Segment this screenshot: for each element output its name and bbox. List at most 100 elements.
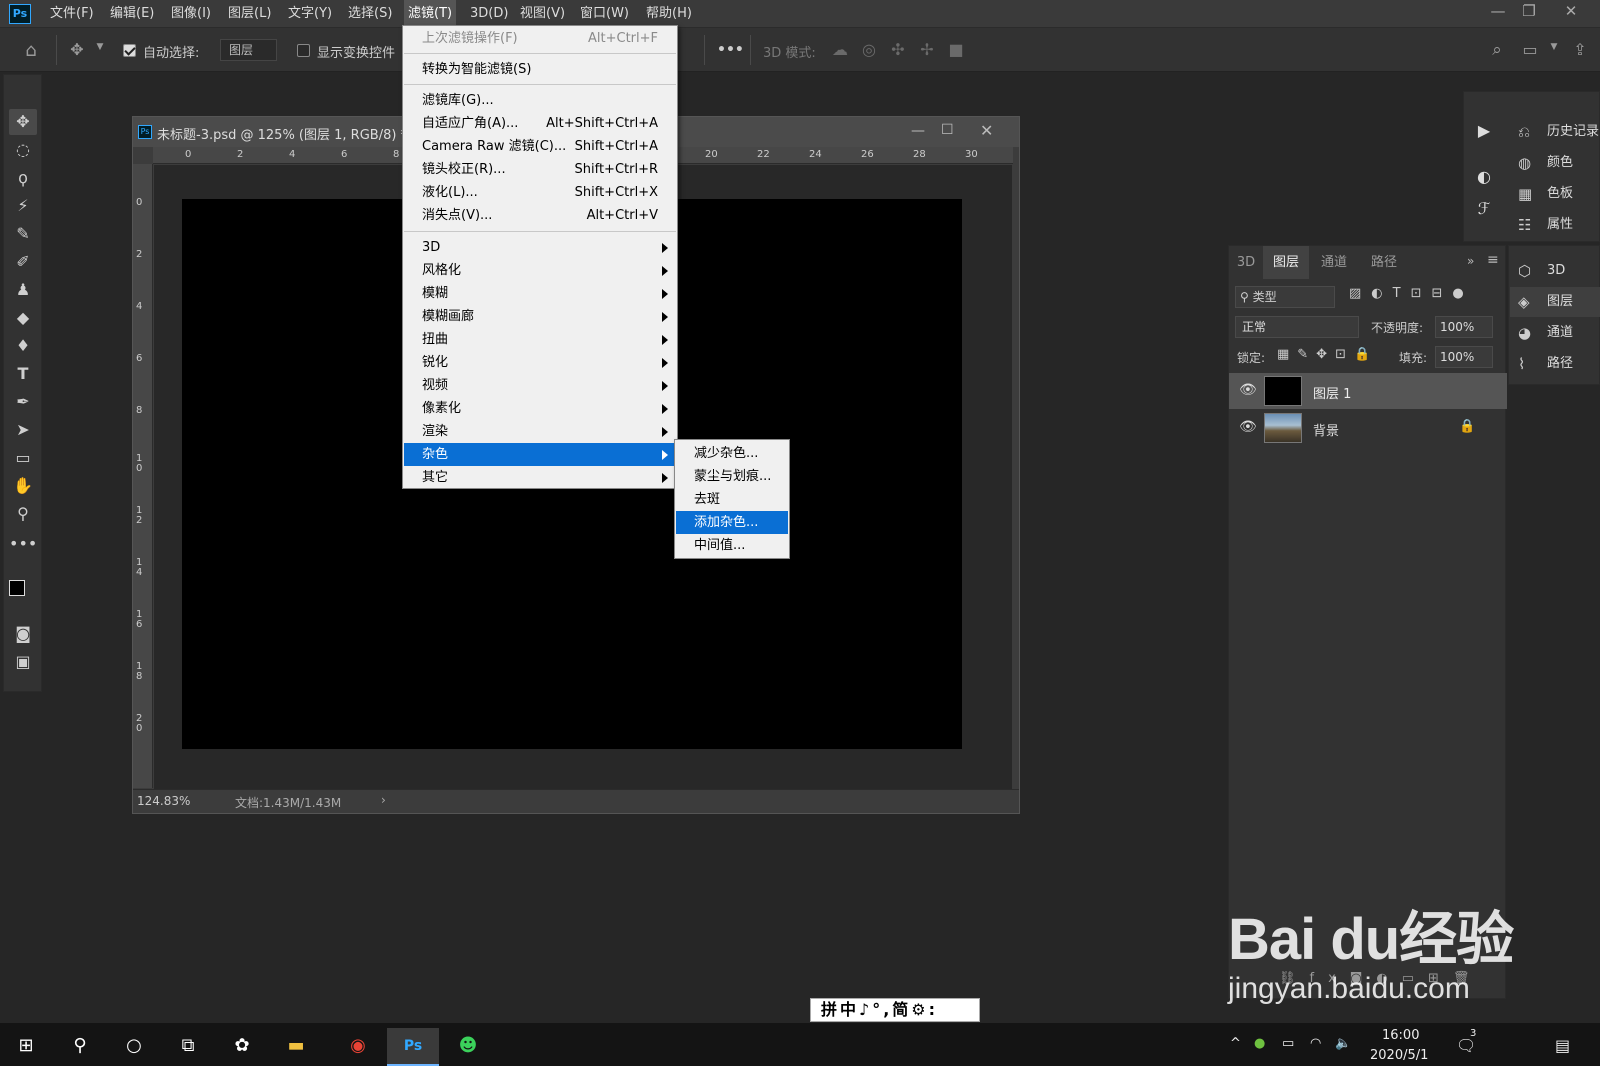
menu-help[interactable]: 帮助(H)	[642, 0, 696, 28]
menu-item-blur-gallery[interactable]: 模糊画廊	[404, 305, 676, 328]
panel-layers[interactable]: ◈ 图层	[1510, 287, 1600, 317]
eye-icon[interactable]: 👁	[1239, 419, 1257, 435]
battery-icon[interactable]: ▭	[1282, 1036, 1294, 1051]
3d-pan-icon[interactable]: ✣	[888, 40, 908, 59]
menu-item-stylize[interactable]: 风格化	[404, 259, 676, 282]
layer-filter-dropdown[interactable]: ⚲ 类型	[1235, 286, 1335, 308]
menu-item-filter-gallery[interactable]: 滤镜库(G)...	[404, 89, 676, 112]
panel-menu-icon[interactable]: ≡	[1487, 252, 1499, 268]
menu-item-lens-correction[interactable]: 镜头校正(R)... Shift+Ctrl+R	[404, 158, 676, 181]
menu-image[interactable]: 图像(I)	[167, 0, 215, 28]
menu-item-convert-smart-filter[interactable]: 转换为智能滤镜(S)	[404, 58, 676, 81]
wechat-icon[interactable]: ☻	[442, 1028, 494, 1066]
tab-layers[interactable]: 图层	[1263, 246, 1309, 279]
actions-play-icon[interactable]: ▶	[1466, 116, 1502, 146]
close-icon[interactable]: ✕	[1556, 0, 1586, 24]
restore-icon[interactable]: ❐	[1514, 0, 1544, 24]
menu-item-pixelate[interactable]: 像素化	[404, 397, 676, 420]
menu-file[interactable]: 文件(F)	[46, 0, 98, 28]
eraser-tool-icon[interactable]: ◆	[9, 305, 37, 331]
layer-filter-icons[interactable]: ▨◐T⊡⊟●	[1349, 286, 1474, 301]
lasso-tool-icon[interactable]: ϙ	[9, 165, 37, 191]
ime-toolbar[interactable]: 拼中♪°,简⚙:	[810, 998, 980, 1022]
menu-window[interactable]: 窗口(W)	[576, 0, 633, 28]
quick-mask-icon[interactable]: ◙	[9, 621, 37, 647]
wifi-icon[interactable]: ◠	[1310, 1036, 1321, 1051]
more-tools-icon[interactable]: •••	[9, 531, 37, 557]
doc-maximize-icon[interactable]: ☐	[941, 122, 954, 138]
workspace-chevron-icon[interactable]: ▼	[1544, 42, 1564, 52]
menu-item-liquify[interactable]: 液化(L)... Shift+Ctrl+X	[404, 181, 676, 204]
doc-minimize-icon[interactable]: —	[911, 123, 925, 139]
menu-item-add-noise[interactable]: 添加杂色...	[676, 511, 788, 534]
menu-item-vanishing-point[interactable]: 消失点(V)... Alt+Ctrl+V	[404, 204, 676, 227]
expand-icon[interactable]: »	[1467, 254, 1474, 268]
blend-mode-dropdown[interactable]: 正常	[1235, 316, 1359, 338]
chrome-icon[interactable]: ◉	[332, 1028, 384, 1066]
volume-icon[interactable]: 🔈	[1335, 1036, 1351, 1051]
hand-tool-icon[interactable]: ✋	[9, 473, 37, 499]
menu-item-median[interactable]: 中间值...	[676, 534, 788, 557]
stamp-tool-icon[interactable]: ♟	[9, 277, 37, 303]
eye-icon[interactable]: 👁	[1239, 382, 1257, 398]
menu-item-distort[interactable]: 扭曲	[404, 328, 676, 351]
menu-item-last-filter[interactable]: 上次滤镜操作(F) Alt+Ctrl+F	[404, 27, 676, 50]
marquee-tool-icon[interactable]: ◌	[9, 137, 37, 163]
home-icon[interactable]: ⌂	[21, 40, 41, 61]
fill-input[interactable]: 100%	[1435, 346, 1493, 368]
menu-item-reduce-noise[interactable]: 减少杂色...	[676, 442, 788, 465]
menu-edit[interactable]: 编辑(E)	[106, 0, 158, 28]
3d-orbit-icon[interactable]: ☁	[830, 40, 850, 59]
menu-item-despeckle[interactable]: 去斑	[676, 488, 788, 511]
tray-chevron-icon[interactable]: ^	[1230, 1036, 1241, 1051]
menu-item-video[interactable]: 视频	[404, 374, 676, 397]
menu-3d[interactable]: 3D(D)	[466, 0, 512, 28]
windows-start-icon[interactable]: ⊞	[0, 1028, 52, 1066]
tab-channels[interactable]: 通道	[1309, 246, 1359, 279]
photoshop-taskbar-icon[interactable]: Ps	[387, 1028, 439, 1066]
menu-item-dust-scratches[interactable]: 蒙尘与划痕...	[676, 465, 788, 488]
menu-layer[interactable]: 图层(L)	[224, 0, 275, 28]
adjust-icon[interactable]: ◐	[1466, 162, 1502, 192]
menu-item-camera-raw[interactable]: Camera Raw 滤镜(C)... Shift+Ctrl+A	[404, 135, 676, 158]
3d-slide-icon[interactable]: ✢	[917, 40, 937, 59]
share-icon[interactable]: ⇪	[1570, 40, 1590, 59]
paint-bucket-tool-icon[interactable]: ♦	[9, 333, 37, 359]
menu-item-noise[interactable]: 杂色	[404, 443, 676, 466]
clock-time[interactable]: 16:00	[1382, 1028, 1419, 1043]
brush-tool-icon[interactable]: ✐	[9, 249, 37, 275]
cortana-icon[interactable]: ○	[108, 1028, 160, 1066]
clock-date[interactable]: 2020/5/1	[1370, 1048, 1428, 1063]
more-options-icon[interactable]: •••	[717, 42, 744, 58]
path-select-tool-icon[interactable]: ➤	[9, 417, 37, 443]
menu-item-blur[interactable]: 模糊	[404, 282, 676, 305]
menu-filter[interactable]: 滤镜(T)	[404, 0, 457, 28]
file-explorer-icon[interactable]: ▬	[270, 1028, 322, 1066]
menu-view[interactable]: 视图(V)	[516, 0, 569, 28]
doc-close-icon[interactable]: ✕	[980, 121, 993, 140]
app-icon[interactable]: ✿	[216, 1028, 268, 1066]
glyph-icon[interactable]: ℱ	[1466, 194, 1502, 224]
menu-item-render[interactable]: 渲染	[404, 420, 676, 443]
task-view-icon[interactable]: ⧉	[162, 1028, 214, 1066]
move-tool-icon[interactable]: ✥	[9, 109, 37, 135]
menu-item-other[interactable]: 其它	[404, 466, 676, 489]
auto-select-checkbox[interactable]	[123, 44, 136, 57]
layer-row-background[interactable]: 👁 背景 🔒	[1229, 410, 1507, 446]
tab-paths[interactable]: 路径	[1359, 246, 1409, 279]
zoom-level[interactable]: 124.83%	[137, 794, 190, 808]
foreground-color-swatch[interactable]	[9, 580, 25, 596]
screen-mode-icon[interactable]: ▣	[9, 649, 37, 675]
layer-row-layer1[interactable]: 👁 图层 1	[1229, 373, 1507, 409]
menu-item-3d[interactable]: 3D	[404, 236, 676, 259]
menu-select[interactable]: 选择(S)	[344, 0, 396, 28]
menu-type[interactable]: 文字(Y)	[284, 0, 336, 28]
minimize-icon[interactable]: —	[1483, 0, 1513, 24]
opacity-input[interactable]: 100%	[1435, 316, 1493, 338]
3d-camera-icon[interactable]: ■	[946, 40, 966, 59]
chevron-down-icon[interactable]: ▼	[90, 42, 110, 52]
search-icon[interactable]: ⌕	[1487, 40, 1507, 60]
show-transform-checkbox[interactable]	[297, 44, 310, 57]
3d-roll-icon[interactable]: ◎	[859, 40, 879, 59]
lock-icons[interactable]: ▦✎✥⊡🔒	[1277, 347, 1378, 362]
